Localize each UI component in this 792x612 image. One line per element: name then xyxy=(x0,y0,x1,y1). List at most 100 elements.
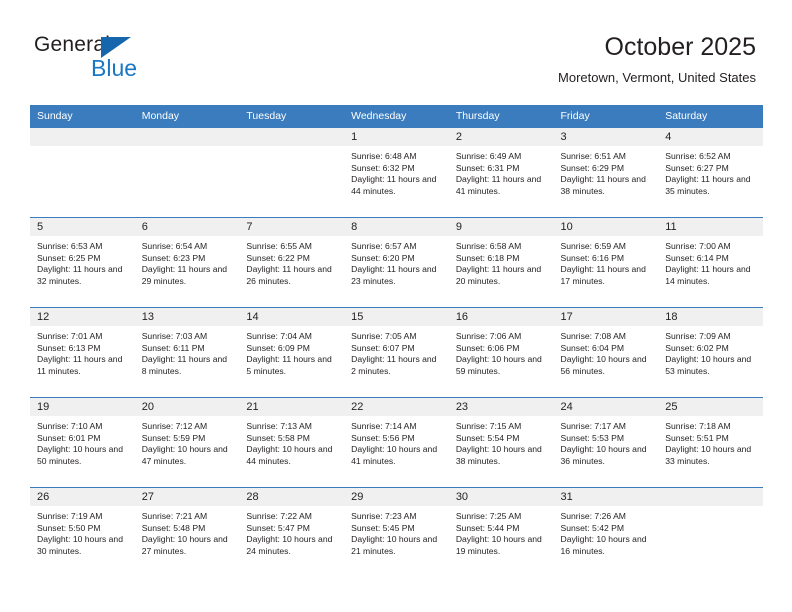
day-cell-inner: 8 Sunrise: 6:57 AM Sunset: 6:20 PM Daylight… xyxy=(344,218,449,307)
sunset-text: Sunset: 5:47 PM xyxy=(246,522,310,533)
sunrise-text: Sunrise: 6:53 AM xyxy=(37,241,103,251)
sunrise-text: Sunrise: 7:25 AM xyxy=(455,511,522,521)
calendar-day-cell[interactable]: 20 Sunrise: 7:12 AM Sunset: 5:59 PM Dayligh… xyxy=(134,397,240,488)
day-cell-details: Sunrise: 6:54 AM Sunset: 6:23 PM Daylight:… xyxy=(135,236,240,287)
sunrise-text: Sunrise: 6:51 AM xyxy=(560,151,626,161)
calendar-day-cell[interactable]: 26 Sunrise: 7:19 AM Sunset: 5:50 PM Dayligh… xyxy=(30,487,135,577)
logo-text-general: General xyxy=(34,33,111,56)
daylight-text: Daylight: 10 hours and 56 minutes. xyxy=(560,354,647,376)
calendar-day-cell[interactable]: 13 Sunrise: 7:03 AM Sunset: 6:11 PM Dayligh… xyxy=(134,307,240,398)
calendar-week-row: 5 Sunrise: 6:53 AM Sunset: 6:25 PM Daylight… xyxy=(30,217,763,308)
calendar-day-cell[interactable]: 17 Sunrise: 7:08 AM Sunset: 6:04 PM Dayligh… xyxy=(553,307,659,398)
day-cell-details: Sunrise: 6:57 AM Sunset: 6:20 PM Daylight:… xyxy=(344,236,449,287)
day-number: 5 xyxy=(30,218,135,236)
daylight-text: Daylight: 10 hours and 38 minutes. xyxy=(455,444,542,466)
calendar-day-cell[interactable]: 25 Sunrise: 7:18 AM Sunset: 5:51 PM Dayligh… xyxy=(658,397,763,488)
calendar-day-cell[interactable]: 27 Sunrise: 7:21 AM Sunset: 5:48 PM Dayligh… xyxy=(134,487,240,577)
calendar-day-cell[interactable]: 19 Sunrise: 7:10 AM Sunset: 6:01 PM Dayligh… xyxy=(30,397,135,488)
day-cell-details: Sunrise: 6:52 AM Sunset: 6:27 PM Daylight:… xyxy=(658,146,763,197)
sunset-text: Sunset: 6:09 PM xyxy=(246,342,310,353)
sunrise-text: Sunrise: 6:57 AM xyxy=(351,241,417,251)
calendar-day-cell[interactable]: 14 Sunrise: 7:04 AM Sunset: 6:09 PM Dayligh… xyxy=(239,307,345,398)
day-number: 23 xyxy=(448,398,554,416)
day-cell-inner: 9 Sunrise: 6:58 AM Sunset: 6:18 PM Daylight… xyxy=(448,218,554,307)
calendar-day-cell[interactable]: 8 Sunrise: 6:57 AM Sunset: 6:20 PM Daylight… xyxy=(344,217,449,308)
day-cell-inner: 14 Sunrise: 7:04 AM Sunset: 6:09 PM Dayligh… xyxy=(239,308,345,397)
daylight-text: Daylight: 10 hours and 59 minutes. xyxy=(455,354,542,376)
calendar-day-cell-empty xyxy=(658,487,763,577)
daylight-text: Daylight: 11 hours and 2 minutes. xyxy=(351,354,437,376)
calendar-day-cell[interactable]: 24 Sunrise: 7:17 AM Sunset: 5:53 PM Dayligh… xyxy=(553,397,659,488)
day-cell-details: Sunrise: 7:26 AM Sunset: 5:42 PM Daylight:… xyxy=(554,506,659,557)
daylight-text: Daylight: 10 hours and 21 minutes. xyxy=(351,534,438,556)
day-cell-inner: 31 Sunrise: 7:26 AM Sunset: 5:42 PM Dayligh… xyxy=(553,488,659,577)
weekday-header-saturday: Saturday xyxy=(658,105,763,128)
calendar-day-cell[interactable]: 28 Sunrise: 7:22 AM Sunset: 5:47 PM Dayligh… xyxy=(239,487,345,577)
calendar-week-row: 19 Sunrise: 7:10 AM Sunset: 6:01 PM Dayligh… xyxy=(30,397,763,488)
daylight-text: Daylight: 11 hours and 23 minutes. xyxy=(351,264,437,286)
calendar-day-cell[interactable]: 1 Sunrise: 6:48 AM Sunset: 6:32 PM Daylight… xyxy=(344,127,449,218)
sunset-text: Sunset: 6:14 PM xyxy=(665,252,729,263)
sunset-text: Sunset: 6:16 PM xyxy=(560,252,625,263)
day-number xyxy=(239,128,345,146)
day-cell-details: Sunrise: 7:09 AM Sunset: 6:02 PM Daylight:… xyxy=(658,326,763,377)
sunrise-text: Sunrise: 7:22 AM xyxy=(246,511,312,521)
day-number: 10 xyxy=(553,218,659,236)
calendar-day-cell[interactable]: 11 Sunrise: 7:00 AM Sunset: 6:14 PM Dayligh… xyxy=(658,217,763,308)
sunrise-text: Sunrise: 7:23 AM xyxy=(351,511,417,521)
sunrise-text: Sunrise: 7:12 AM xyxy=(141,421,208,431)
calendar-day-cell[interactable]: 31 Sunrise: 7:26 AM Sunset: 5:42 PM Dayligh… xyxy=(553,487,659,577)
day-cell-inner: 22 Sunrise: 7:14 AM Sunset: 5:56 PM Dayligh… xyxy=(344,398,449,487)
calendar-day-cell[interactable]: 9 Sunrise: 6:58 AM Sunset: 6:18 PM Daylight… xyxy=(448,217,554,308)
sunset-text: Sunset: 5:56 PM xyxy=(351,432,415,443)
day-number: 29 xyxy=(344,488,449,506)
daylight-text: Daylight: 10 hours and 41 minutes. xyxy=(351,444,438,466)
day-cell-details: Sunrise: 7:06 AM Sunset: 6:06 PM Daylight:… xyxy=(449,326,554,377)
daylight-text: Daylight: 11 hours and 14 minutes. xyxy=(665,264,751,286)
daylight-text: Daylight: 11 hours and 11 minutes. xyxy=(37,354,123,376)
calendar-day-cell[interactable]: 22 Sunrise: 7:14 AM Sunset: 5:56 PM Dayligh… xyxy=(344,397,449,488)
calendar-day-cell[interactable]: 3 Sunrise: 6:51 AM Sunset: 6:29 PM Daylight… xyxy=(553,127,659,218)
day-number: 21 xyxy=(239,398,345,416)
sunrise-text: Sunrise: 7:05 AM xyxy=(351,331,417,341)
weekday-header-wednesday: Wednesday xyxy=(344,105,449,128)
day-number: 3 xyxy=(553,128,659,146)
sunrise-text: Sunrise: 6:54 AM xyxy=(141,241,208,251)
calendar-day-cell[interactable]: 23 Sunrise: 7:15 AM Sunset: 5:54 PM Dayligh… xyxy=(448,397,554,488)
calendar-day-cell[interactable]: 4 Sunrise: 6:52 AM Sunset: 6:27 PM Daylight… xyxy=(658,127,763,218)
calendar-day-cell[interactable]: 2 Sunrise: 6:49 AM Sunset: 6:31 PM Daylight… xyxy=(448,127,554,218)
calendar-day-cell[interactable]: 5 Sunrise: 6:53 AM Sunset: 6:25 PM Daylight… xyxy=(30,217,135,308)
calendar-day-cell[interactable]: 12 Sunrise: 7:01 AM Sunset: 6:13 PM Dayligh… xyxy=(30,307,135,398)
calendar-day-cell[interactable]: 30 Sunrise: 7:25 AM Sunset: 5:44 PM Dayligh… xyxy=(448,487,554,577)
sunset-text: Sunset: 6:18 PM xyxy=(455,252,520,263)
calendar-day-cell[interactable]: 6 Sunrise: 6:54 AM Sunset: 6:23 PM Daylight… xyxy=(134,217,240,308)
calendar-day-cell[interactable]: 7 Sunrise: 6:55 AM Sunset: 6:22 PM Daylight… xyxy=(239,217,345,308)
day-number: 27 xyxy=(134,488,240,506)
calendar-day-cell[interactable]: 16 Sunrise: 7:06 AM Sunset: 6:06 PM Dayligh… xyxy=(448,307,554,398)
calendar-day-cell[interactable]: 29 Sunrise: 7:23 AM Sunset: 5:45 PM Dayligh… xyxy=(344,487,449,577)
day-cell-inner xyxy=(658,488,763,577)
sunset-text: Sunset: 6:23 PM xyxy=(141,252,206,263)
calendar-day-cell[interactable]: 10 Sunrise: 6:59 AM Sunset: 6:16 PM Dayligh… xyxy=(553,217,659,308)
daylight-text: Daylight: 10 hours and 47 minutes. xyxy=(141,444,228,466)
day-number: 9 xyxy=(448,218,554,236)
day-cell-details: Sunrise: 6:55 AM Sunset: 6:22 PM Daylight:… xyxy=(239,236,344,287)
sunset-text: Sunset: 5:51 PM xyxy=(665,432,729,443)
day-cell-details: Sunrise: 7:05 AM Sunset: 6:07 PM Daylight:… xyxy=(344,326,449,377)
sunrise-text: Sunrise: 6:52 AM xyxy=(665,151,731,161)
daylight-text: Daylight: 10 hours and 30 minutes. xyxy=(37,534,123,556)
calendar-day-cell[interactable]: 21 Sunrise: 7:13 AM Sunset: 5:58 PM Dayligh… xyxy=(239,397,345,488)
calendar-day-cell[interactable]: 18 Sunrise: 7:09 AM Sunset: 6:02 PM Dayligh… xyxy=(658,307,763,398)
calendar-day-cell[interactable]: 15 Sunrise: 7:05 AM Sunset: 6:07 PM Dayligh… xyxy=(344,307,449,398)
day-number: 1 xyxy=(344,128,449,146)
calendar-week-row: 26 Sunrise: 7:19 AM Sunset: 5:50 PM Dayligh… xyxy=(30,487,763,577)
day-number: 18 xyxy=(658,308,763,326)
day-number: 28 xyxy=(239,488,345,506)
sunset-text: Sunset: 6:06 PM xyxy=(455,342,520,353)
day-cell-details: Sunrise: 7:25 AM Sunset: 5:44 PM Daylight:… xyxy=(449,506,554,557)
day-cell-inner: 25 Sunrise: 7:18 AM Sunset: 5:51 PM Dayligh… xyxy=(658,398,763,487)
day-cell-inner: 7 Sunrise: 6:55 AM Sunset: 6:22 PM Daylight… xyxy=(239,218,345,307)
sunrise-text: Sunrise: 7:26 AM xyxy=(560,511,626,521)
daylight-text: Daylight: 11 hours and 32 minutes. xyxy=(37,264,123,286)
day-cell-inner: 23 Sunrise: 7:15 AM Sunset: 5:54 PM Dayligh… xyxy=(448,398,554,487)
